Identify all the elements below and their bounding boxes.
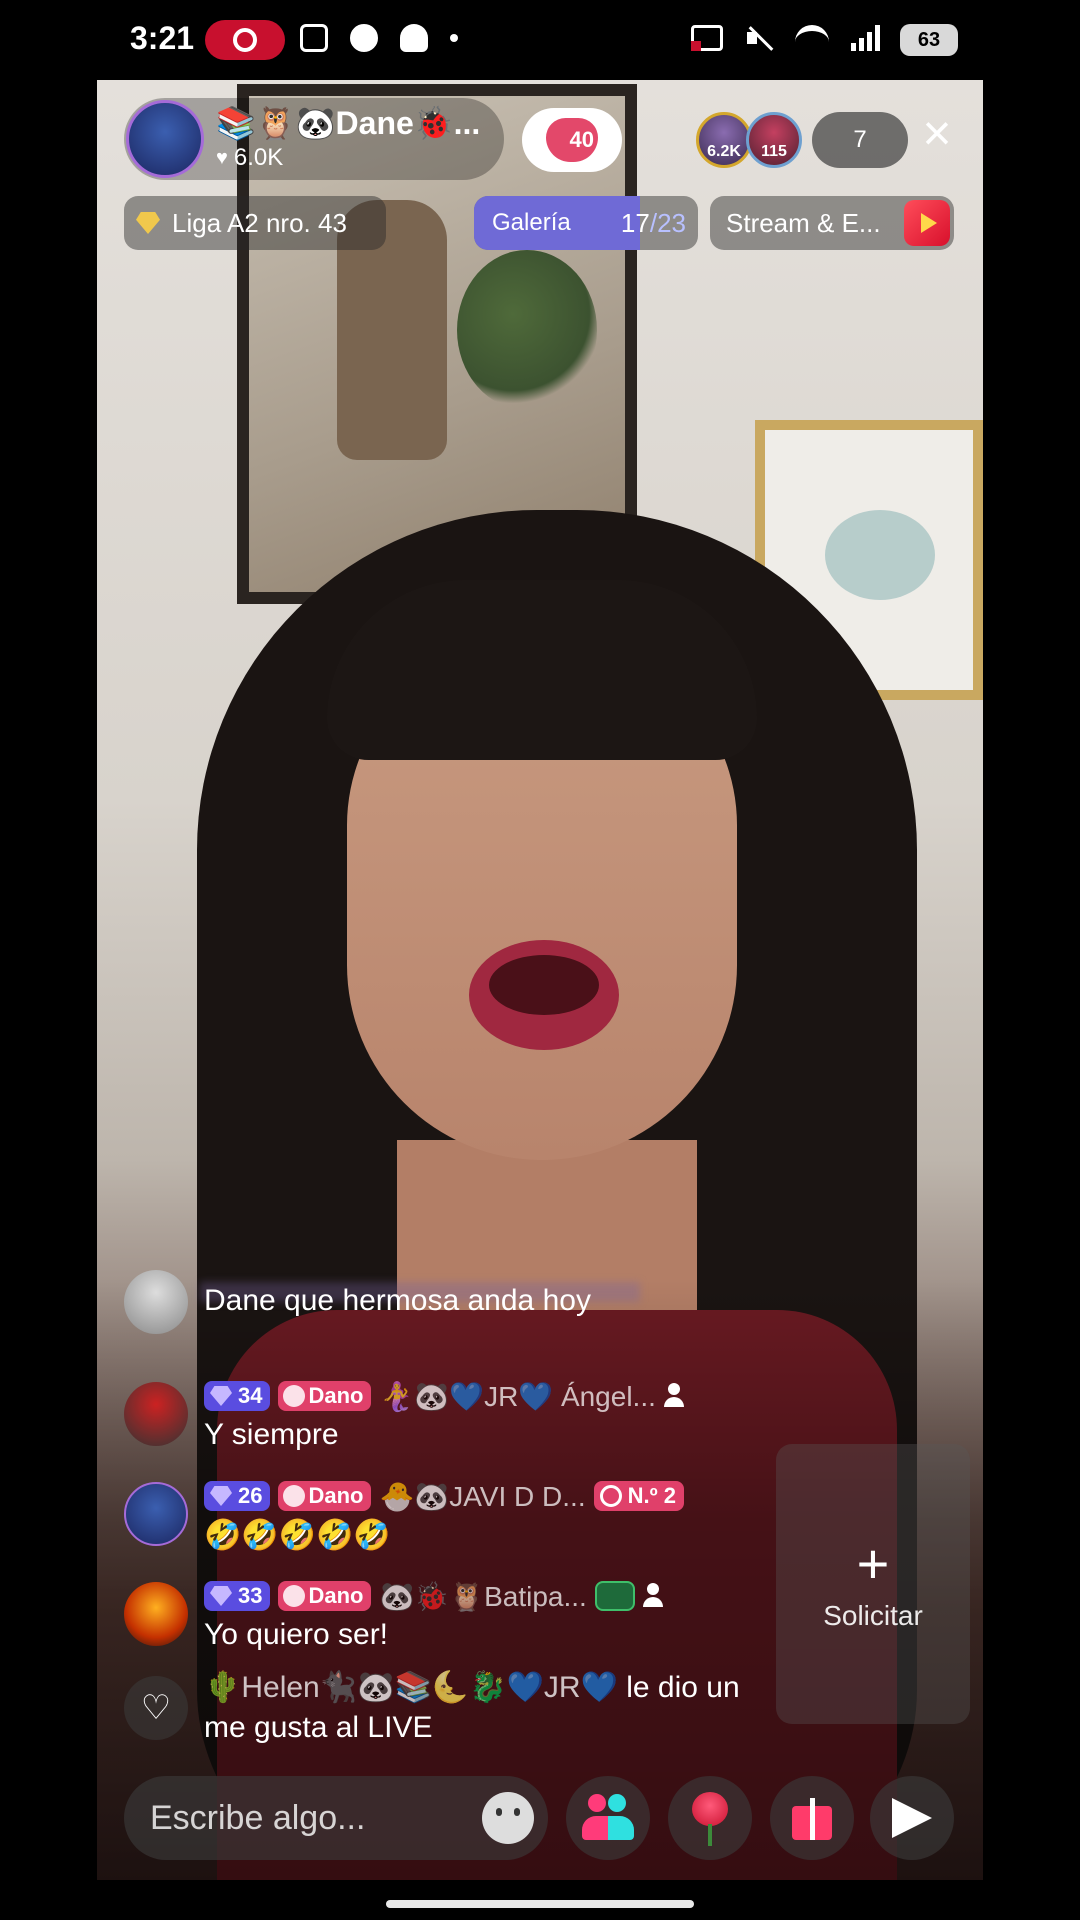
chat-message: 34 Dano 🧜‍♀️🐼💙JR💙 Ángel... Y siempre xyxy=(124,1380,764,1460)
gallery-count: 17/23 xyxy=(621,196,686,250)
league-pill[interactable]: Liga A2 nro. 43 xyxy=(124,196,386,250)
comment-box[interactable] xyxy=(124,1776,548,1860)
chat-message: 26 Dano 🐣🐼JAVI D D... N.º 2 🤣🤣🤣🤣🤣 xyxy=(124,1480,764,1560)
chat-meta: 34 Dano 🧜‍♀️🐼💙JR💙 Ángel... xyxy=(204,1380,690,1412)
gallery-pill[interactable]: Galería 17/23 xyxy=(474,196,698,250)
host-avatar[interactable] xyxy=(126,100,204,178)
chat-text: Dane que hermosa anda hoy xyxy=(204,1284,591,1317)
host-likes-count: 6.0K xyxy=(233,144,284,171)
streamer-bangs xyxy=(327,580,757,760)
chat-text: 🤣🤣🤣🤣🤣 xyxy=(204,1519,391,1552)
status-icons-right xyxy=(691,24,880,52)
screen-record-icon[interactable] xyxy=(205,20,285,60)
follow-button[interactable]: 40 xyxy=(522,108,622,172)
close-icon[interactable]: × xyxy=(912,108,962,160)
chat-avatar[interactable] xyxy=(124,1482,188,1546)
moderator-icon xyxy=(642,1583,669,1609)
plus-icon: + xyxy=(856,1532,890,1595)
chat-username[interactable]: 🐣🐼JAVI D D... xyxy=(379,1480,585,1513)
chat-text: Y siempre xyxy=(204,1418,339,1451)
status-bar: 3:21 63 xyxy=(0,0,1080,80)
status-time: 3:21 xyxy=(130,20,195,56)
heart-icon: ♥ xyxy=(216,146,228,169)
stream-event-label: Stream & E... xyxy=(726,208,881,238)
battery-icon: 63 xyxy=(900,24,958,56)
snapchat-icon xyxy=(400,24,428,52)
host-likes: ♥ 6.0K xyxy=(216,144,283,172)
emoji-icon[interactable] xyxy=(482,1792,534,1844)
diamond-icon xyxy=(136,212,160,234)
multi-guest-icon[interactable] xyxy=(566,1776,650,1860)
home-indicator[interactable] xyxy=(386,1900,694,1908)
chat-avatar[interactable] xyxy=(124,1582,188,1646)
chat-username[interactable]: 🐼🐞🦉Batipa... xyxy=(379,1580,586,1613)
stream-event-pill[interactable]: Stream & E... xyxy=(710,196,954,250)
top-viewers[interactable]: 6.2K 115 7 xyxy=(696,112,908,168)
viewer-count[interactable]: 7 xyxy=(812,112,908,168)
request-label: Solicitar xyxy=(823,1600,923,1631)
gift-icon[interactable] xyxy=(770,1776,854,1860)
rank-badge: N.º 2 xyxy=(593,1481,684,1511)
streamer-mouth xyxy=(469,940,619,1050)
status-icons-left xyxy=(300,24,458,52)
comment-input[interactable] xyxy=(150,1776,470,1860)
request-guest-button[interactable]: + Solicitar xyxy=(776,1444,970,1724)
wifi-icon xyxy=(795,25,829,51)
heart-outline-icon: ♡ xyxy=(124,1676,188,1740)
top-viewer-avatar[interactable]: 6.2K xyxy=(696,112,752,168)
moderator-icon xyxy=(663,1383,690,1409)
chat-message: Dane que hermosa anda hoy xyxy=(124,1270,764,1348)
like-notice-user[interactable]: 🌵Helen🐈‍⬛🐼📚🌜🐉💙JR💙 xyxy=(204,1671,618,1704)
host-name[interactable]: 📚🦉🐼Dane🐞... xyxy=(216,104,480,142)
gallery-total: /23 xyxy=(649,208,686,238)
background-plant xyxy=(457,250,597,410)
level-badge: 34 xyxy=(204,1381,271,1411)
fan-badge: Dano xyxy=(278,1481,372,1511)
account-icon xyxy=(350,24,378,52)
share-icon[interactable] xyxy=(870,1776,954,1860)
rose-gift-icon[interactable] xyxy=(668,1776,752,1860)
fan-badge: Dano xyxy=(278,1381,372,1411)
host-card[interactable]: 📚🦉🐼Dane🐞... ♥ 6.0K xyxy=(124,98,504,180)
gallery-label: Galería xyxy=(492,209,571,236)
chat-meta: 33 Dano 🐼🐞🦉Batipa... xyxy=(204,1580,669,1612)
top-viewer-score: 6.2K xyxy=(707,143,741,160)
laurel-badge-icon xyxy=(594,1581,635,1611)
cast-icon xyxy=(691,25,723,51)
top-viewer-score: 115 xyxy=(761,143,787,160)
level-badge: 33 xyxy=(204,1581,271,1611)
notification-dot-icon xyxy=(450,34,458,42)
like-notice-text: 🌵Helen🐈‍⬛🐼📚🌜🐉💙JR💙 le dio un me gusta al … xyxy=(204,1668,764,1748)
fan-club-heart-icon: 40 xyxy=(546,118,598,162)
chat-avatar[interactable] xyxy=(124,1382,188,1446)
gallery-done: 17 xyxy=(620,208,650,238)
chat-text: Yo quiero ser! xyxy=(204,1618,389,1651)
chat-meta: 26 Dano 🐣🐼JAVI D D... N.º 2 xyxy=(204,1480,684,1512)
screenshot-icon xyxy=(300,24,328,52)
chat-username[interactable]: 🧜‍♀️🐼💙JR💙 Ángel... xyxy=(379,1380,655,1413)
league-label: Liga A2 nro. 43 xyxy=(172,208,347,238)
play-badge-icon xyxy=(904,200,950,246)
top-viewer-avatar[interactable]: 115 xyxy=(746,112,802,168)
signal-icon xyxy=(851,25,880,51)
fan-badge: Dano xyxy=(278,1581,372,1611)
level-badge: 26 xyxy=(204,1481,271,1511)
chat-avatar[interactable] xyxy=(124,1270,188,1334)
chat-message: 33 Dano 🐼🐞🦉Batipa... Yo quiero ser! xyxy=(124,1580,764,1660)
mute-icon xyxy=(745,24,773,52)
